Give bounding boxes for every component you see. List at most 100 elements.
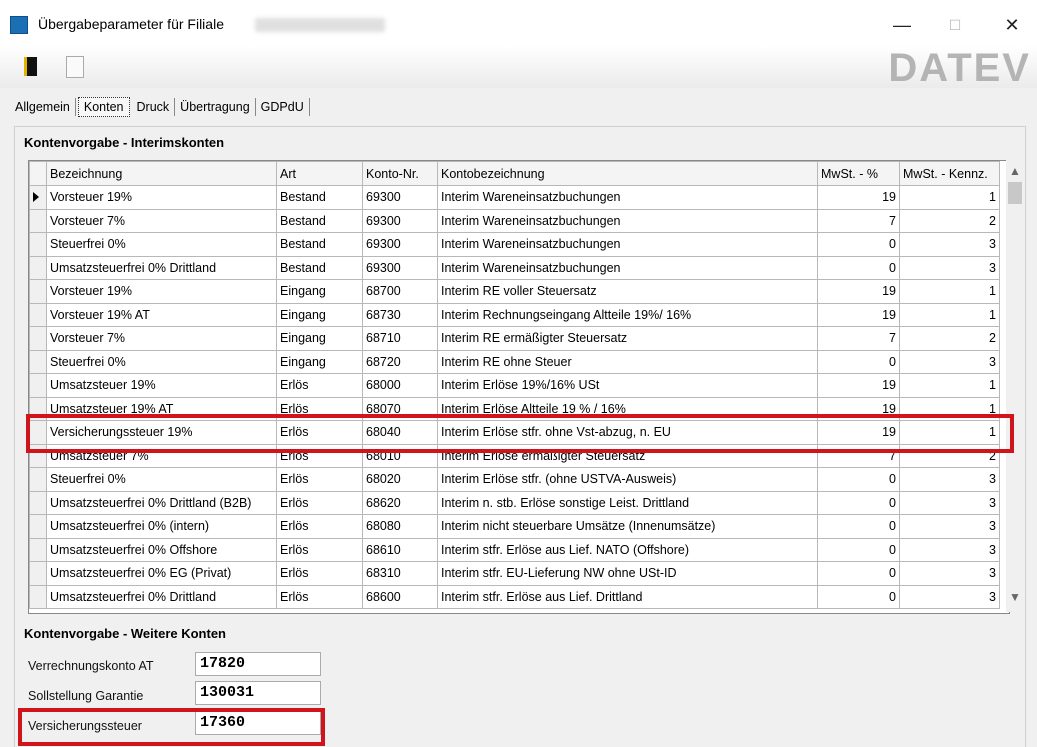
cell-bezeichnung[interactable]: Umsatzsteuer 19% bbox=[46, 373, 277, 398]
cell-mwst-kennz[interactable]: 3 bbox=[899, 561, 1000, 586]
cell-kontobezeichnung[interactable]: Interim stfr. EU-Lieferung NW ohne USt-I… bbox=[437, 561, 818, 586]
cell-mwst-kennz[interactable]: 3 bbox=[899, 232, 1000, 257]
cell-kontobezeichnung[interactable]: Interim Wareneinsatzbuchungen bbox=[437, 255, 818, 280]
cell-konto-nr[interactable]: 69300 bbox=[362, 232, 438, 257]
table-row[interactable]: Vorsteuer 19% Eingang 68700 Interim RE voll… bbox=[29, 279, 1000, 304]
cell-mwst-kennz[interactable]: 2 bbox=[899, 443, 1000, 468]
cell-bezeichnung[interactable]: Umsatzsteuerfrei 0% EG (Privat) bbox=[46, 561, 277, 586]
row-selector[interactable] bbox=[29, 373, 47, 398]
cell-bezeichnung[interactable]: Vorsteuer 7% bbox=[46, 326, 277, 351]
cell-konto-nr[interactable]: 68620 bbox=[362, 490, 438, 515]
row-selector[interactable] bbox=[29, 467, 47, 492]
cell-kontobezeichnung[interactable]: Interim n. stb. Erlöse sonstige Leist. D… bbox=[437, 490, 818, 515]
cell-bezeichnung[interactable]: Umsatzsteuer 19% AT bbox=[46, 396, 277, 421]
table-row[interactable]: Umsatzsteuer 7% Erlös 68010 Interim Erlöse … bbox=[29, 443, 1000, 468]
cell-mwst-kennz[interactable]: 3 bbox=[899, 490, 1000, 515]
cell-mwst-prozent[interactable]: 0 bbox=[817, 514, 900, 539]
table-row[interactable]: Umsatzsteuerfrei 0% Drittland (B2B) Erlös… bbox=[29, 490, 1000, 515]
cell-konto-nr[interactable]: 68600 bbox=[362, 584, 438, 609]
cell-kontobezeichnung[interactable]: Interim Erlöse stfr. (ohne USTVA-Ausweis… bbox=[437, 467, 818, 492]
cell-art[interactable]: Erlös bbox=[276, 467, 363, 492]
cell-art[interactable]: Bestand bbox=[276, 255, 363, 280]
cell-mwst-prozent[interactable]: 19 bbox=[817, 302, 900, 327]
row-selector[interactable] bbox=[29, 443, 47, 468]
cell-kontobezeichnung[interactable]: Interim Wareneinsatzbuchungen bbox=[437, 208, 818, 233]
row-selector[interactable] bbox=[29, 279, 47, 304]
row-selector[interactable] bbox=[29, 490, 47, 515]
input-sollstellung-garantie[interactable]: 130031 bbox=[195, 681, 321, 705]
cell-mwst-prozent[interactable]: 0 bbox=[817, 537, 900, 562]
cell-kontobezeichnung[interactable]: Interim Erlöse ermäßigter Steuersatz bbox=[437, 443, 818, 468]
cell-mwst-kennz[interactable]: 3 bbox=[899, 349, 1000, 374]
cell-konto-nr[interactable]: 68310 bbox=[362, 561, 438, 586]
cell-bezeichnung[interactable]: Steuerfrei 0% bbox=[46, 349, 277, 374]
cell-mwst-kennz[interactable]: 3 bbox=[899, 467, 1000, 492]
cell-art[interactable]: Eingang bbox=[276, 279, 363, 304]
cell-art[interactable]: Erlös bbox=[276, 420, 363, 445]
cell-konto-nr[interactable]: 68080 bbox=[362, 514, 438, 539]
row-selector[interactable] bbox=[29, 396, 47, 421]
cell-bezeichnung[interactable]: Vorsteuer 7% bbox=[46, 208, 277, 233]
cell-art[interactable]: Eingang bbox=[276, 326, 363, 351]
column-header-mwst-prozent[interactable]: MwSt. - % bbox=[817, 161, 900, 186]
cell-bezeichnung[interactable]: Steuerfrei 0% bbox=[46, 232, 277, 257]
cell-mwst-kennz[interactable]: 3 bbox=[899, 255, 1000, 280]
cell-bezeichnung[interactable]: Vorsteuer 19% bbox=[46, 279, 277, 304]
cell-mwst-prozent[interactable]: 0 bbox=[817, 349, 900, 374]
cell-art[interactable]: Erlös bbox=[276, 373, 363, 398]
cell-kontobezeichnung[interactable]: Interim stfr. Erlöse aus Lief. Drittland bbox=[437, 584, 818, 609]
column-header-kontobezeichnung[interactable]: Kontobezeichnung bbox=[437, 161, 818, 186]
scroll-up-icon[interactable]: ▲ bbox=[1009, 164, 1021, 178]
column-header-bezeichnung[interactable]: Bezeichnung bbox=[46, 161, 277, 186]
cell-kontobezeichnung[interactable]: Interim Wareneinsatzbuchungen bbox=[437, 185, 818, 210]
tab-druck[interactable]: Druck bbox=[132, 98, 176, 116]
close-button[interactable]: ✕ bbox=[992, 8, 1032, 42]
input-verrechnungskonto-at[interactable]: 17820 bbox=[195, 652, 321, 676]
table-row[interactable]: Steuerfrei 0% Eingang 68720 Interim RE ohne… bbox=[29, 349, 1000, 374]
cell-mwst-prozent[interactable]: 7 bbox=[817, 326, 900, 351]
table-row[interactable]: Umsatzsteuerfrei 0% Offshore Erlös 68610 In… bbox=[29, 537, 1000, 562]
column-header-mwst-kennz[interactable]: MwSt. - Kennz. bbox=[899, 161, 1000, 186]
cell-mwst-prozent[interactable]: 0 bbox=[817, 561, 900, 586]
table-row[interactable]: Umsatzsteuerfrei 0% (intern) Erlös 68080 In… bbox=[29, 514, 1000, 539]
cell-konto-nr[interactable]: 68020 bbox=[362, 467, 438, 492]
cell-art[interactable]: Erlös bbox=[276, 561, 363, 586]
table-row[interactable]: Vorsteuer 19% AT Eingang 68730 Interim Rech… bbox=[29, 302, 1000, 327]
cell-art[interactable]: Erlös bbox=[276, 443, 363, 468]
cell-art[interactable]: Bestand bbox=[276, 232, 363, 257]
cell-mwst-kennz[interactable]: 2 bbox=[899, 208, 1000, 233]
cell-konto-nr[interactable]: 68010 bbox=[362, 443, 438, 468]
cell-konto-nr[interactable]: 68040 bbox=[362, 420, 438, 445]
table-row[interactable]: Versicherungssteuer 19% Erlös 68040 Interim… bbox=[29, 420, 1000, 445]
cell-art[interactable]: Erlös bbox=[276, 537, 363, 562]
table-row[interactable]: Umsatzsteuerfrei 0% Drittland Bestand 6930… bbox=[29, 255, 1000, 280]
table-row[interactable]: Vorsteuer 7% Eingang 68710 Interim RE ermäß… bbox=[29, 326, 1000, 351]
cell-mwst-prozent[interactable]: 0 bbox=[817, 255, 900, 280]
cell-art[interactable]: Bestand bbox=[276, 185, 363, 210]
cell-bezeichnung[interactable]: Versicherungssteuer 19% bbox=[46, 420, 277, 445]
cell-kontobezeichnung[interactable]: Interim RE voller Steuersatz bbox=[437, 279, 818, 304]
row-selector[interactable] bbox=[29, 349, 47, 374]
scrollbar-thumb[interactable] bbox=[1008, 182, 1022, 204]
cell-bezeichnung[interactable]: Vorsteuer 19% AT bbox=[46, 302, 277, 327]
column-header-art[interactable]: Art bbox=[276, 161, 363, 186]
cell-kontobezeichnung[interactable]: Interim Erlöse Altteile 19 % / 16% bbox=[437, 396, 818, 421]
cell-mwst-prozent[interactable]: 0 bbox=[817, 467, 900, 492]
row-selector[interactable] bbox=[29, 537, 47, 562]
table-row[interactable]: Umsatzsteuerfrei 0% EG (Privat) Erlös 6831… bbox=[29, 561, 1000, 586]
cell-konto-nr[interactable]: 69300 bbox=[362, 185, 438, 210]
cell-mwst-prozent[interactable]: 19 bbox=[817, 420, 900, 445]
cell-konto-nr[interactable]: 68730 bbox=[362, 302, 438, 327]
document-icon[interactable] bbox=[66, 56, 84, 78]
row-selector[interactable] bbox=[29, 584, 47, 609]
exit-door-icon[interactable] bbox=[24, 57, 37, 76]
row-selector[interactable] bbox=[29, 302, 47, 327]
cell-mwst-kennz[interactable]: 1 bbox=[899, 420, 1000, 445]
table-row[interactable]: Umsatzsteuer 19% Erlös 68000 Interim Erlöse… bbox=[29, 373, 1000, 398]
table-row[interactable]: Steuerfrei 0% Bestand 69300 Interim Warenei… bbox=[29, 232, 1000, 257]
cell-konto-nr[interactable]: 68710 bbox=[362, 326, 438, 351]
minimize-button[interactable]: — bbox=[882, 8, 922, 42]
grid-scrollbar[interactable]: ▲ ▼ bbox=[1006, 160, 1024, 612]
cell-kontobezeichnung[interactable]: Interim nicht steuerbare Umsätze (Innenu… bbox=[437, 514, 818, 539]
row-selector[interactable] bbox=[29, 561, 47, 586]
